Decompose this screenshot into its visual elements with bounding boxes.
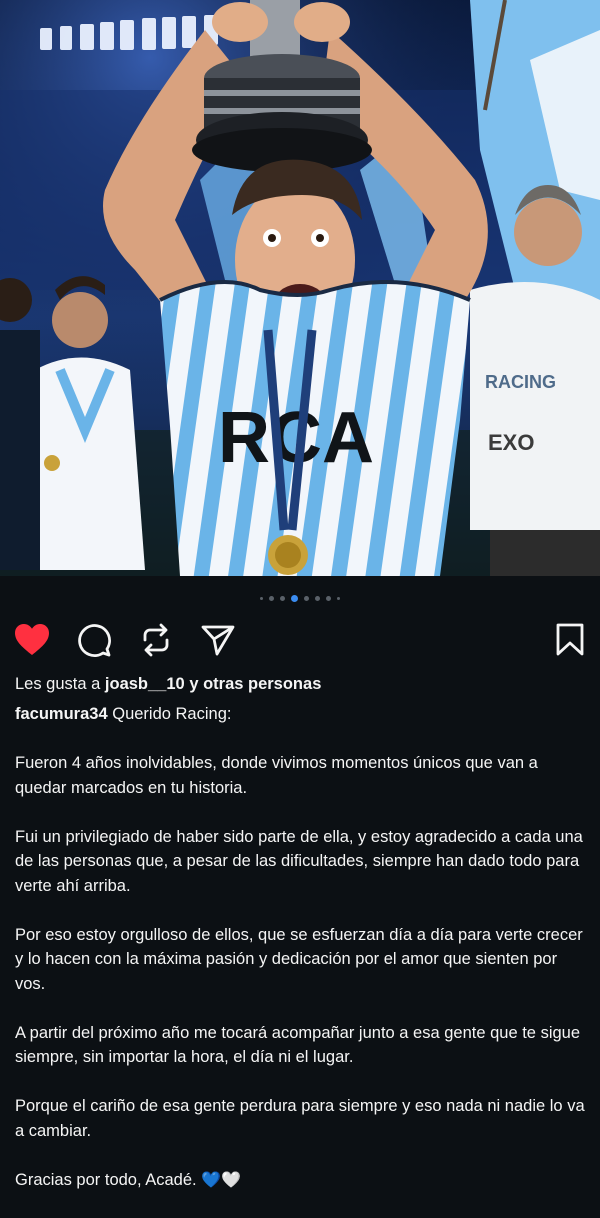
action-bar [14, 620, 588, 660]
comment-icon [78, 624, 111, 657]
caption-paragraph: Fueron 4 años inolvidables, donde vivimo… [15, 754, 538, 797]
caption-paragraph: Fui un privilegiado de haber sido parte … [15, 827, 583, 895]
caption-username[interactable]: facumura34 [15, 705, 108, 723]
carousel-dot [269, 595, 274, 601]
repost-icon [143, 623, 169, 657]
heart-filled-icon [15, 624, 49, 655]
likes-summary[interactable]: Les gusta a joasb__10 y otras personas [15, 675, 321, 694]
carousel-dot [315, 595, 320, 601]
caption-closing: Gracias por todo, Acadé. [15, 1170, 197, 1189]
carousel-indicator [0, 592, 600, 604]
caption-header: facumura34 Querido Racing: [15, 702, 590, 727]
bookmark-icon [556, 623, 584, 656]
celebration-photo: RACING EXO RCA [0, 0, 600, 576]
post-caption: facumura34 Querido Racing: Fueron 4 años… [15, 702, 590, 1218]
share-button[interactable] [200, 622, 236, 658]
caption-paragraph: A partir del próximo año me tocará acomp… [15, 1023, 581, 1067]
repost-button[interactable] [138, 622, 174, 658]
caption-opening: Querido Racing: [112, 705, 232, 723]
like-button[interactable] [14, 622, 50, 658]
carousel-dot [280, 595, 285, 601]
carousel-dot [337, 596, 340, 600]
carousel-dot [260, 596, 263, 600]
likes-suffix[interactable]: y otras personas [189, 675, 321, 693]
heart-emoji-icon: 💙🤍 [201, 1171, 242, 1189]
save-button[interactable] [552, 622, 588, 658]
carousel-dot-active [291, 594, 298, 602]
likes-user[interactable]: joasb__10 [105, 675, 185, 693]
carousel-dot [326, 595, 331, 601]
carousel-dot [304, 595, 309, 601]
comment-button[interactable] [76, 622, 112, 658]
send-icon [201, 625, 235, 656]
post-photo[interactable]: RACING EXO RCA [0, 0, 600, 576]
caption-closing-line: Gracias por todo, Acadé. 💙🤍 [15, 1168, 590, 1194]
caption-paragraph: Por eso estoy orgulloso de ellos, que se… [15, 925, 583, 993]
right-shirt-text-2: EXO [488, 430, 534, 455]
caption-paragraph: Porque el cariño de esa gente perdura pa… [15, 1097, 585, 1140]
right-shirt-text-1: RACING [485, 372, 556, 392]
likes-prefix: Les gusta a [15, 675, 101, 693]
